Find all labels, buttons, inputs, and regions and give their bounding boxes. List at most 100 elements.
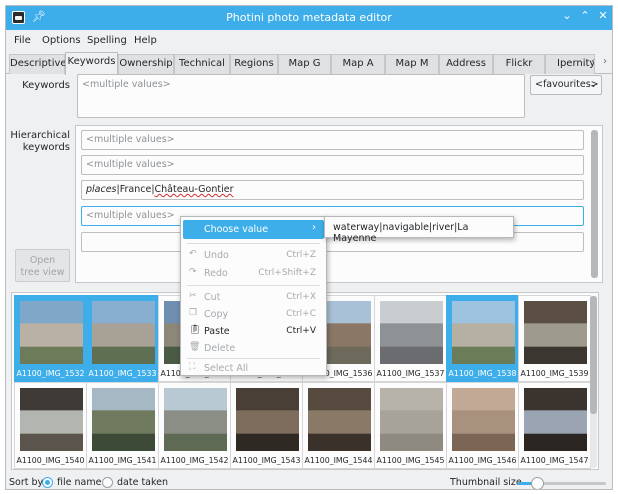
- thumbnail-caption: A1100_IMG_1538: [448, 369, 517, 378]
- minimize-button[interactable]: ⌄: [560, 9, 574, 22]
- hierarchical-keyword-input-1[interactable]: <multiple values>: [81, 130, 584, 150]
- main-window: 📌︎ Photini photo metadata editor ⌄ ⌃ ✕ F…: [5, 5, 613, 490]
- sort-date-taken-radio[interactable]: [102, 477, 113, 488]
- favourites-dropdown[interactable]: <favourites> ⌄: [530, 75, 602, 95]
- open-tree-view-label-line2: tree view: [20, 267, 65, 278]
- menu-item-shortcut: Ctrl+Z: [286, 250, 316, 260]
- thumbnail-caption: A1100_IMG_1543: [232, 456, 301, 465]
- hierarchical-keyword-placeholder: <multiple values>: [86, 159, 175, 170]
- tab-technical[interactable]: Technical: [174, 54, 230, 74]
- thumbnail-caption: A1100_IMG_1545: [376, 456, 445, 465]
- slider-handle[interactable]: [531, 477, 545, 489]
- thumbnail-scrollbar[interactable]: [590, 296, 597, 468]
- tab-map-a[interactable]: Map A: [331, 54, 385, 74]
- menu-help[interactable]: Help: [134, 35, 157, 46]
- thumbnail-caption: A1100_IMG_1533: [88, 369, 157, 378]
- tab-map-g[interactable]: Map G: [278, 54, 331, 74]
- thumbnail-image: [524, 388, 587, 451]
- hierarchical-keywords-panel: <multiple values> <multiple values> plac…: [75, 125, 603, 283]
- tab-keywords[interactable]: Keywords: [65, 52, 118, 75]
- thumbnail-cell[interactable]: A1100_IMG_1537: [374, 295, 447, 382]
- thumbnail-caption: A1100_IMG_1541: [88, 456, 157, 465]
- thumbnail-cell[interactable]: A1100_IMG_1540: [14, 382, 87, 469]
- menu-item-label: Copy: [204, 309, 229, 320]
- hierarchical-keyword-placeholder: <multiple values>: [86, 134, 175, 145]
- thumbnail-cell[interactable]: A1100_IMG_1532: [14, 295, 87, 382]
- tab-regions[interactable]: Regions: [230, 54, 278, 74]
- sort-file-name-label[interactable]: file name: [57, 477, 101, 488]
- menu-item-label: Cut: [204, 292, 221, 303]
- hierarchical-keywords-label-line2: keywords: [22, 142, 70, 153]
- sort-date-taken-label[interactable]: date taken: [117, 477, 168, 488]
- keywords-input[interactable]: <multiple values>: [77, 74, 525, 118]
- thumbnail-cell[interactable]: A1100_IMG_1546: [446, 382, 519, 469]
- tab-ownership[interactable]: Ownership: [118, 54, 174, 74]
- menu-bar: File Options Spelling Help: [6, 30, 612, 52]
- thumbnail-cell[interactable]: A1100_IMG_1545: [374, 382, 447, 469]
- menu-item-undo[interactable]: ↶ Undo Ctrl+Z: [183, 246, 324, 265]
- maximize-button[interactable]: ⌃: [578, 9, 592, 22]
- thumbnail-image: [92, 301, 155, 364]
- tab-ipernity[interactable]: Ipernity: [545, 54, 595, 74]
- hierarchical-keyword-input-2[interactable]: <multiple values>: [81, 155, 584, 175]
- menu-options[interactable]: Options: [42, 35, 81, 46]
- sort-by-label: Sort by: [9, 477, 44, 488]
- menu-file[interactable]: File: [14, 35, 31, 46]
- thumbnail-image: [524, 301, 587, 364]
- thumbnail-caption: A1100_IMG_1542: [160, 456, 229, 465]
- menu-item-label: Paste: [204, 326, 230, 337]
- menu-item-select-all[interactable]: ⛶ Select All: [183, 359, 324, 378]
- open-tree-view-button[interactable]: Open tree view: [15, 249, 70, 282]
- cut-icon: ✂︎: [189, 291, 197, 301]
- copy-icon: ❐: [189, 308, 198, 318]
- delete-icon: 🗑︎: [189, 342, 201, 352]
- scrollbar-thumb[interactable]: [590, 296, 597, 414]
- thumbnail-image: [20, 301, 83, 364]
- tab-flickr[interactable]: Flickr: [493, 54, 545, 74]
- tab-bar: Descriptive Keywords Ownership Technical…: [6, 52, 612, 75]
- thumbnail-caption: A1100_IMG_1539: [520, 369, 589, 378]
- scrollbar-thumb[interactable]: [591, 130, 598, 278]
- thumbnail-cell[interactable]: A1100_IMG_1539: [518, 295, 591, 382]
- hierarchical-keywords-scrollbar[interactable]: [591, 130, 598, 278]
- thumbnail-caption: A1100_IMG_1540: [16, 456, 85, 465]
- thumbnail-cell[interactable]: A1100_IMG_1543: [230, 382, 303, 469]
- thumbnail-cell[interactable]: A1100_IMG_1544: [302, 382, 375, 469]
- keyword-segment-france: France: [119, 184, 152, 195]
- menu-item-label: Undo: [204, 250, 229, 261]
- chevron-left-icon[interactable]: ‹: [591, 56, 595, 67]
- sort-file-name-radio[interactable]: [42, 477, 53, 488]
- tab-address[interactable]: Address: [439, 54, 493, 74]
- thumbnail-cell[interactable]: A1100_IMG_1547: [518, 382, 591, 469]
- thumbnail-caption: A1100_IMG_1547: [520, 456, 589, 465]
- menu-item-choose-value[interactable]: Choose value ›: [183, 220, 324, 239]
- chevron-down-icon: ⌄: [589, 80, 597, 90]
- thumbnail-image: [236, 388, 299, 451]
- thumbnail-image: [308, 388, 371, 451]
- redo-icon: ↷: [189, 267, 197, 277]
- submenu-item-value[interactable]: waterway|navigable|river|La Mayenne: [333, 222, 513, 244]
- chevron-right-icon[interactable]: ›: [603, 56, 607, 67]
- menu-item-shortcut: Ctrl+V: [286, 326, 316, 336]
- open-tree-view-label-line1: Open: [29, 255, 56, 266]
- menu-item-shortcut: Ctrl+X: [286, 292, 316, 302]
- menu-item-redo[interactable]: ↷ Redo Ctrl+Shift+Z: [183, 264, 324, 283]
- menu-spelling[interactable]: Spelling: [87, 35, 127, 46]
- hierarchical-keyword-input-3[interactable]: places|France|Château-Gontier: [81, 180, 584, 200]
- thumbnail-cell[interactable]: A1100_IMG_1542: [158, 382, 231, 469]
- menu-item-label: Select All: [204, 363, 249, 374]
- thumbnail-cell[interactable]: A1100_IMG_1538: [446, 295, 519, 382]
- tab-descriptive[interactable]: Descriptive: [9, 54, 67, 74]
- paste-icon: 📋︎: [189, 325, 201, 335]
- close-button[interactable]: ✕: [596, 9, 610, 22]
- thumbnail-size-slider[interactable]: [518, 477, 606, 489]
- thumbnail-cell[interactable]: A1100_IMG_1533: [86, 295, 159, 382]
- thumbnail-cell[interactable]: A1100_IMG_1541: [86, 382, 159, 469]
- choose-value-submenu: waterway|navigable|river|La Mayenne: [324, 216, 514, 244]
- thumbnail-size-label: Thumbnail size: [450, 477, 522, 488]
- hierarchical-keyword-placeholder: <multiple values>: [86, 210, 175, 221]
- menu-item-delete[interactable]: 🗑︎ Delete: [183, 339, 324, 358]
- tab-map-m[interactable]: Map M: [385, 54, 439, 74]
- thumbnail-image: [20, 388, 83, 451]
- undo-icon: ↶: [189, 249, 197, 259]
